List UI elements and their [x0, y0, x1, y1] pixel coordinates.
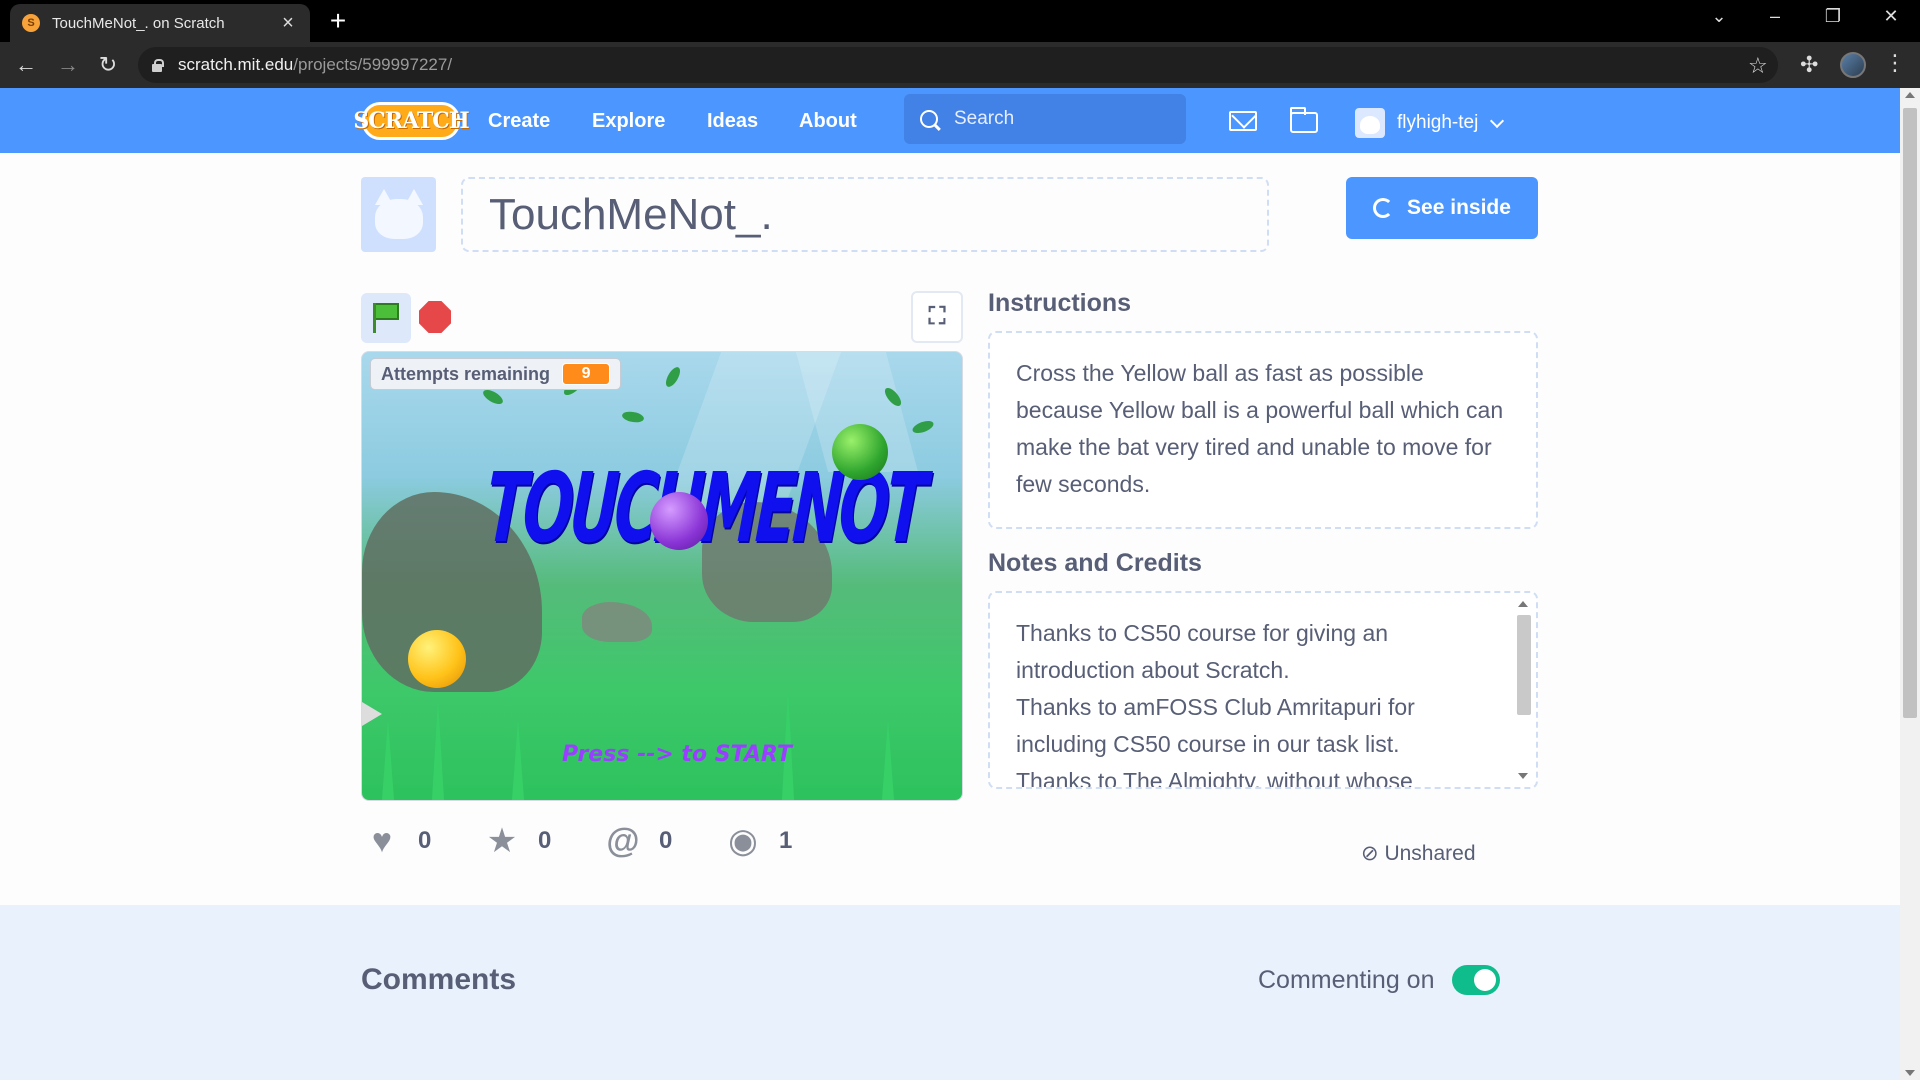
- remix-count: 0: [659, 827, 673, 854]
- nav-create[interactable]: Create: [488, 110, 550, 133]
- nav-about[interactable]: About: [799, 110, 857, 133]
- notes-box[interactable]: Thanks to CS50 course for giving an intr…: [988, 591, 1538, 789]
- scratch-favicon-icon: S: [22, 14, 40, 32]
- restore-icon[interactable]: ❐: [1818, 6, 1848, 27]
- remix-stat: @ 0: [605, 821, 673, 860]
- comments-section: Comments Commenting on: [0, 905, 1900, 1080]
- commenting-label: Commenting on: [1258, 965, 1435, 994]
- views-stat: ◉ 1: [725, 822, 793, 860]
- my-stuff-folder-icon[interactable]: [1289, 107, 1318, 133]
- instructions-text: Cross the Yellow ball as fast as possibl…: [1016, 360, 1504, 497]
- minimize-icon[interactable]: –: [1760, 6, 1790, 27]
- search-placeholder: Search: [954, 108, 1015, 129]
- fullscreen-button[interactable]: ⛶: [911, 291, 963, 343]
- love-stat[interactable]: ♥ 0: [364, 821, 432, 860]
- stage-press-text: Press --> to START: [562, 742, 792, 767]
- share-status-label: Unshared: [1384, 842, 1476, 865]
- commenting-control: Commenting on: [1258, 965, 1501, 995]
- messages-icon[interactable]: [1229, 111, 1257, 131]
- new-tab-icon[interactable]: +: [324, 7, 352, 36]
- love-count: 0: [418, 827, 432, 854]
- stop-button[interactable]: [419, 301, 451, 333]
- project-stage[interactable]: TOUCHMENOT Press --> to START Attempts r…: [361, 351, 963, 801]
- share-status: ⊘ Unshared: [1361, 842, 1476, 865]
- search-icon: [920, 110, 938, 128]
- instructions-heading: Instructions: [988, 289, 1132, 317]
- commenting-toggle[interactable]: [1452, 965, 1501, 995]
- forward-icon[interactable]: →: [54, 51, 82, 79]
- purple-ball-sprite: [650, 492, 708, 550]
- page-scrollbar[interactable]: [1900, 88, 1920, 1080]
- project-author-avatar[interactable]: [361, 177, 436, 252]
- tab-title: TouchMeNot_. on Scratch: [52, 14, 225, 32]
- project-page: TouchMeNot_. See inside ⛶ TOUCHMENOT Pre…: [0, 153, 1900, 905]
- comments-heading: Comments: [361, 963, 517, 996]
- profile-avatar[interactable]: [1840, 52, 1866, 78]
- nav-ideas[interactable]: Ideas: [707, 110, 758, 133]
- views-count: 1: [779, 827, 793, 854]
- notes-heading: Notes and Credits: [988, 549, 1202, 577]
- close-tab-icon[interactable]: ×: [278, 12, 298, 35]
- notes-line: Thanks to The Almighty, without whose: [1016, 768, 1413, 789]
- chevron-down-icon: [1490, 113, 1505, 128]
- browser-tab[interactable]: S TouchMeNot_. on Scratch ×: [10, 4, 310, 42]
- yellow-ball-sprite: [408, 630, 466, 688]
- notes-scrollbar[interactable]: [1514, 597, 1532, 783]
- url-path: /projects/599997227/: [293, 55, 453, 74]
- account-menu[interactable]: flyhigh-tej: [1355, 108, 1505, 138]
- nav-explore[interactable]: Explore: [592, 110, 665, 133]
- user-avatar: [1355, 108, 1385, 138]
- remix-arrows-icon: [1373, 198, 1394, 218]
- green-ball-sprite: [832, 424, 888, 480]
- tab-search-icon[interactable]: ⌄: [1704, 6, 1734, 27]
- bat-sprite: [362, 702, 382, 726]
- reload-icon[interactable]: ↻: [94, 51, 122, 79]
- favorite-stat[interactable]: ★ 0: [484, 822, 552, 860]
- star-icon: ★: [486, 822, 518, 860]
- see-inside-label: See inside: [1407, 196, 1511, 219]
- see-inside-button[interactable]: See inside: [1346, 177, 1538, 239]
- username: flyhigh-tej: [1397, 112, 1479, 133]
- eye-icon: ◉: [728, 822, 758, 860]
- url-host: scratch.mit.edu: [178, 55, 294, 74]
- instructions-box[interactable]: Cross the Yellow ball as fast as possibl…: [988, 331, 1538, 529]
- monitor-value: 9: [562, 363, 611, 385]
- notes-line: Thanks to CS50 course for giving an intr…: [1016, 620, 1389, 683]
- extensions-icon[interactable]: ✣: [1800, 52, 1818, 78]
- bookmark-star-icon[interactable]: ☆: [1748, 53, 1768, 79]
- notes-line: Thanks to amFOSS Club Amritapuri for inc…: [1016, 694, 1415, 757]
- monitor-label: Attempts remaining: [381, 363, 551, 384]
- project-title-field[interactable]: TouchMeNot_.: [461, 177, 1269, 252]
- search-input[interactable]: Search: [904, 94, 1186, 144]
- browser-toolbar: ← → ↻ scratch.mit.edu/projects/599997227…: [0, 42, 1920, 88]
- green-flag-button[interactable]: [361, 293, 411, 343]
- heart-icon: ♥: [371, 821, 393, 860]
- address-bar[interactable]: scratch.mit.edu/projects/599997227/: [138, 47, 1778, 83]
- remix-spiral-icon: @: [606, 821, 640, 860]
- browser-menu-icon[interactable]: ⋮: [1884, 50, 1906, 76]
- back-icon[interactable]: ←: [12, 51, 40, 79]
- scratch-navbar: SCRATCH Create Explore Ideas About Searc…: [0, 88, 1900, 153]
- scratch-logo[interactable]: SCRATCH: [353, 102, 470, 140]
- lock-icon: [150, 58, 164, 72]
- favorite-count: 0: [538, 827, 552, 854]
- variable-monitor: Attempts remaining 9: [370, 358, 622, 390]
- browser-tab-bar: S TouchMeNot_. on Scratch × + ⌄ – ❐ ✕: [0, 0, 1920, 42]
- close-window-icon[interactable]: ✕: [1876, 6, 1906, 27]
